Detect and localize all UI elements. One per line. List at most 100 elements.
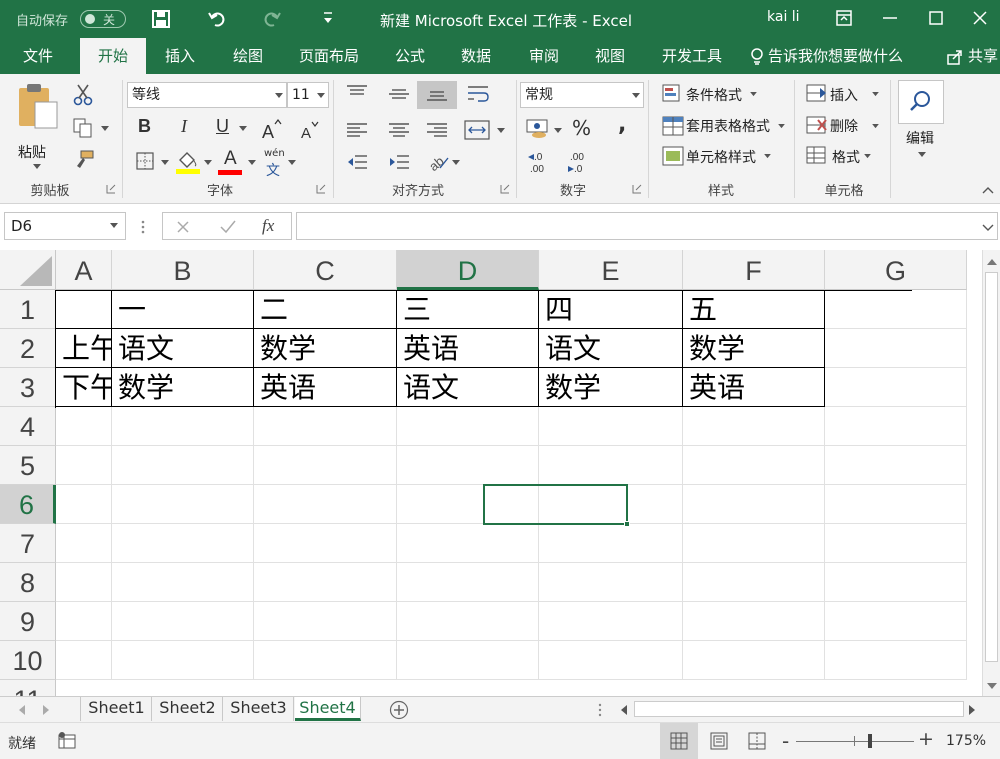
- minimize-icon[interactable]: [882, 10, 898, 26]
- cell-g2[interactable]: [825, 329, 967, 368]
- cell-d10[interactable]: [397, 641, 539, 680]
- row-header-1[interactable]: 1: [0, 290, 56, 329]
- tab-developer[interactable]: 开发工具: [654, 38, 730, 74]
- align-top-icon[interactable]: [346, 84, 368, 100]
- paste-label[interactable]: 粘贴: [18, 142, 46, 162]
- underline-dropdown-icon[interactable]: [239, 126, 247, 132]
- cell-b2[interactable]: 语文: [112, 329, 254, 368]
- borders-icon[interactable]: [136, 152, 154, 170]
- cell-g1[interactable]: [825, 290, 967, 329]
- cell-g9[interactable]: [825, 602, 967, 641]
- increase-decimal-icon[interactable]: .0.00: [526, 150, 554, 174]
- cell-b6[interactable]: [112, 485, 254, 524]
- cell-styles-button[interactable]: 单元格样式: [686, 147, 756, 167]
- column-header-g[interactable]: G: [825, 250, 967, 290]
- zoom-slider-thumb[interactable]: [868, 734, 872, 748]
- format-cells-button[interactable]: 格式: [832, 147, 860, 167]
- row-header-6[interactable]: 6: [0, 485, 56, 524]
- font-name-dropdown-icon[interactable]: [275, 93, 283, 99]
- cell-f1[interactable]: 五: [683, 290, 825, 329]
- customize-toolbar-icon[interactable]: [322, 11, 334, 25]
- cell-f3[interactable]: 英语: [683, 368, 825, 407]
- ribbon-display-icon[interactable]: [836, 10, 852, 26]
- zoom-in-button[interactable]: +: [918, 728, 934, 750]
- cell-f10[interactable]: [683, 641, 825, 680]
- editing-label[interactable]: 编辑: [906, 128, 934, 148]
- accounting-dropdown-icon[interactable]: [554, 128, 562, 134]
- cell-f2[interactable]: 数学: [683, 329, 825, 368]
- cell-styles-icon[interactable]: [662, 146, 684, 166]
- row-header-3[interactable]: 3: [0, 368, 56, 407]
- editing-dropdown-icon[interactable]: [918, 152, 926, 158]
- cell-b8[interactable]: [112, 563, 254, 602]
- orientation-icon[interactable]: ab: [426, 150, 452, 172]
- phonetic-char-label[interactable]: 文: [266, 160, 280, 180]
- worksheet-grid[interactable]: ABCDEFG 12345678910 一二三四五上午语文数学英语语文数学下午数…: [0, 250, 982, 696]
- cell-b4[interactable]: [112, 407, 254, 446]
- confirm-entry-icon[interactable]: [220, 220, 236, 234]
- row-header-10[interactable]: 10: [0, 641, 56, 680]
- cut-icon[interactable]: [73, 84, 93, 106]
- column-header-d[interactable]: D: [397, 250, 539, 290]
- row-header-7[interactable]: 7: [0, 524, 56, 563]
- font-size-dropdown-icon[interactable]: [317, 93, 325, 99]
- cell-e9[interactable]: [539, 602, 683, 641]
- column-header-f[interactable]: F: [683, 250, 825, 290]
- tab-view[interactable]: 视图: [580, 38, 640, 74]
- sheet-tab-sheet2[interactable]: Sheet2: [153, 697, 223, 721]
- wrap-text-icon[interactable]: [466, 84, 490, 104]
- cell-a9[interactable]: [56, 602, 112, 641]
- autosave-toggle[interactable]: 关: [80, 10, 126, 28]
- copy-icon[interactable]: [73, 118, 93, 138]
- horizontal-scrollbar[interactable]: [614, 699, 982, 719]
- cell-c3[interactable]: 英语: [254, 368, 397, 407]
- tell-me-search[interactable]: 告诉我你想要做什么: [768, 38, 908, 74]
- paste-dropdown-icon[interactable]: [33, 164, 41, 170]
- cell-b7[interactable]: [112, 524, 254, 563]
- cell-f5[interactable]: [683, 446, 825, 485]
- cell-e2[interactable]: 语文: [539, 329, 683, 368]
- cell-a1[interactable]: [56, 290, 112, 329]
- cell-a6[interactable]: [56, 485, 112, 524]
- cell-g10[interactable]: [825, 641, 967, 680]
- tab-review[interactable]: 审阅: [514, 38, 574, 74]
- cell-d1[interactable]: 三: [397, 290, 539, 329]
- cell-a2[interactable]: 上午: [56, 329, 112, 368]
- cell-f8[interactable]: [683, 563, 825, 602]
- decrease-decimal-icon[interactable]: .00.0: [566, 150, 594, 174]
- cell-d4[interactable]: [397, 407, 539, 446]
- select-all-corner[interactable]: [0, 250, 56, 290]
- cell-e3[interactable]: 数学: [539, 368, 683, 407]
- share-button[interactable]: 共享: [968, 38, 1000, 74]
- number-launcher-icon[interactable]: [632, 184, 642, 194]
- bold-button[interactable]: B: [138, 116, 151, 137]
- cell-b5[interactable]: [112, 446, 254, 485]
- row-header-8[interactable]: 8: [0, 563, 56, 602]
- expand-formula-icon[interactable]: [982, 224, 994, 232]
- row-header-9[interactable]: 9: [0, 602, 56, 641]
- align-bottom-icon[interactable]: [426, 88, 448, 104]
- fill-color-dropdown-icon[interactable]: [204, 160, 212, 166]
- align-middle-icon[interactable]: [388, 86, 410, 102]
- insert-cells-button[interactable]: 插入: [830, 85, 858, 105]
- scroll-right-icon[interactable]: [968, 705, 976, 715]
- cell-c8[interactable]: [254, 563, 397, 602]
- cell-e8[interactable]: [539, 563, 683, 602]
- format-painter-icon[interactable]: [73, 150, 95, 170]
- copy-dropdown-icon[interactable]: [101, 126, 109, 132]
- paste-icon[interactable]: [15, 82, 61, 130]
- cell-e1[interactable]: 四: [539, 290, 683, 329]
- number-format-combo[interactable]: 常规: [520, 82, 644, 108]
- italic-button[interactable]: I: [181, 116, 187, 137]
- align-left-icon[interactable]: [346, 122, 368, 138]
- tab-formulas[interactable]: 公式: [380, 38, 440, 74]
- borders-dropdown-icon[interactable]: [161, 160, 169, 166]
- decrease-indent-icon[interactable]: [346, 154, 368, 170]
- cell-f7[interactable]: [683, 524, 825, 563]
- macro-record-icon[interactable]: [58, 732, 78, 750]
- scroll-left-icon[interactable]: [620, 705, 628, 715]
- add-sheet-icon[interactable]: [389, 700, 409, 720]
- cell-g3[interactable]: [825, 368, 967, 407]
- scroll-up-icon[interactable]: [987, 258, 997, 266]
- share-icon[interactable]: [946, 48, 964, 66]
